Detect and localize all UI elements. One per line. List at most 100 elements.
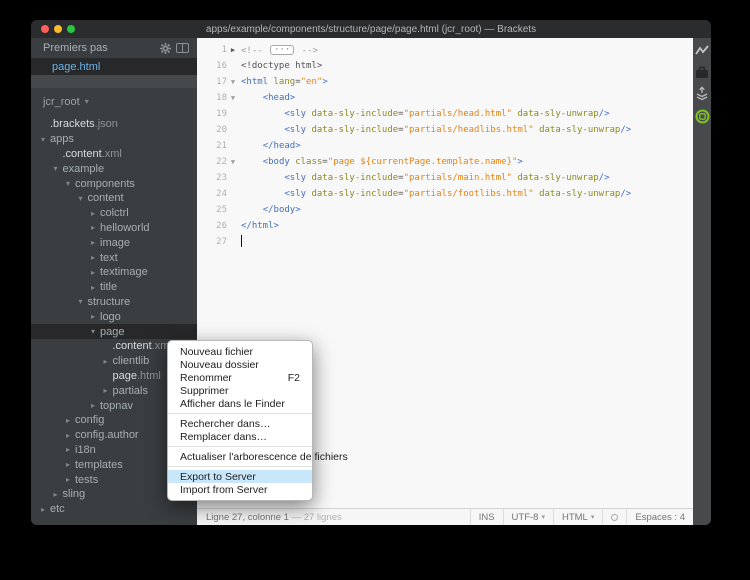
minimize-button[interactable]	[54, 25, 62, 33]
code-line-20[interactable]: 20 <sly data-sly-include="partials/headl…	[197, 122, 693, 138]
code-line-22[interactable]: 22 ▼ <body class="page ${currentPage.temp…	[197, 154, 693, 170]
code-line-16[interactable]: 16 <!doctype html>	[197, 58, 693, 74]
tree-expand-arrow-open[interactable]: ▾	[66, 179, 75, 188]
desktop-background: apps/example/components/structure/page/p…	[0, 0, 750, 580]
line-number: 18	[216, 93, 227, 103]
tree-expand-arrow-closed[interactable]: ▸	[91, 268, 100, 277]
menu-item-supprimer[interactable]: Supprimer	[168, 384, 312, 397]
code-line-23[interactable]: 23 <sly data-sly-include="partials/main.…	[197, 170, 693, 186]
tree-expand-arrow-closed[interactable]: ▸	[66, 431, 75, 440]
tree-folder-page[interactable]: ▾ page	[31, 324, 197, 339]
code-line-21[interactable]: 21 </head>	[197, 138, 693, 154]
line-number: 17	[216, 77, 227, 87]
code-line-25[interactable]: 25 </body>	[197, 202, 693, 218]
insert-mode-indicator[interactable]: INS	[469, 509, 503, 525]
fold-marker-icon[interactable]: ▼	[227, 78, 239, 86]
lint-status[interactable]	[602, 509, 626, 525]
gear-icon[interactable]	[160, 42, 171, 54]
tree-file-.content.xml[interactable]: .content .xml	[31, 147, 197, 162]
menu-item-label: Nouveau dossier	[180, 358, 259, 371]
close-button[interactable]	[41, 25, 49, 33]
menu-item-rechercher-dans[interactable]: Rechercher dans…	[168, 417, 312, 430]
tree-expand-arrow-closed[interactable]: ▸	[91, 223, 100, 232]
code-line-27[interactable]: 27	[197, 234, 693, 250]
window-titlebar[interactable]: apps/example/components/structure/page/p…	[31, 20, 711, 38]
fold-marker-icon[interactable]: ▼	[227, 94, 239, 102]
tree-expand-arrow-open[interactable]: ▾	[41, 135, 50, 144]
tree-folder-content[interactable]: ▾ content	[31, 191, 197, 206]
code-line-19[interactable]: 19 <sly data-sly-include="partials/head.…	[197, 106, 693, 122]
tree-folder-apps[interactable]: ▾ apps	[31, 132, 197, 147]
tree-folder-image[interactable]: ▸ image	[31, 235, 197, 250]
menu-item-actualiser-l-arborescence-de-fichiers[interactable]: Actualiser l'arborescence de fichiers	[168, 450, 348, 463]
tree-folder-title[interactable]: ▸ title	[31, 280, 197, 295]
tree-expand-arrow-closed[interactable]: ▸	[54, 490, 63, 499]
line-number: 16	[216, 61, 227, 71]
working-file-page.html[interactable]: page.html	[31, 58, 197, 75]
folder-label: textimage	[100, 266, 148, 279]
code-text: </body>	[262, 205, 301, 215]
chevron-down-icon: ▾	[541, 514, 545, 521]
tree-expand-arrow-closed[interactable]: ▸	[91, 238, 100, 247]
menu-item-afficher-dans-le-finder[interactable]: Afficher dans le Finder	[168, 397, 312, 410]
code-line-17[interactable]: 17 ▼ <html lang="en">	[197, 74, 693, 90]
language-selector[interactable]: HTML ▾	[552, 509, 602, 525]
tree-folder-helloworld[interactable]: ▸ helloworld	[31, 221, 197, 236]
live-preview-icon[interactable]	[695, 44, 709, 58]
tree-folder-components[interactable]: ▾ components	[31, 176, 197, 191]
tree-folder-example[interactable]: ▾ example	[31, 161, 197, 176]
tree-expand-arrow-closed[interactable]: ▸	[41, 505, 50, 514]
tree-folder-textimage[interactable]: ▸ textimage	[31, 265, 197, 280]
fold-marker-icon[interactable]: ▶	[227, 46, 239, 54]
tree-expand-arrow-open[interactable]: ▾	[79, 297, 88, 306]
tree-folder-structure[interactable]: ▾ structure	[31, 295, 197, 310]
tree-expand-arrow-closed[interactable]: ▸	[91, 283, 100, 292]
tree-expand-arrow-closed[interactable]: ▸	[91, 401, 100, 410]
menu-separator	[168, 466, 312, 467]
code-line-1[interactable]: 1 ▶ <!-- ··· -->	[197, 42, 693, 58]
code-line-24[interactable]: 24 <sly data-sly-include="partials/footl…	[197, 186, 693, 202]
folder-label: sling	[62, 488, 86, 501]
tree-expand-arrow-closed[interactable]: ▸	[66, 475, 75, 484]
menu-item-nouveau-dossier[interactable]: Nouveau dossier	[168, 358, 312, 371]
tree-folder-colctrl[interactable]: ▸ colctrl	[31, 206, 197, 221]
menu-item-nouveau-fichier[interactable]: Nouveau fichier	[168, 345, 312, 358]
tree-folder-logo[interactable]: ▸ logo	[31, 309, 197, 324]
split-view-icon[interactable]	[176, 43, 189, 53]
file-extension: .html	[136, 369, 161, 382]
zoom-button[interactable]	[67, 25, 75, 33]
tree-expand-arrow-open[interactable]: ▾	[91, 327, 100, 336]
folder-label: components	[75, 177, 135, 190]
tree-expand-arrow-closed[interactable]: ▸	[91, 209, 100, 218]
menu-item-export-to-server[interactable]: Export to Server	[168, 470, 312, 483]
line-number: 21	[216, 141, 227, 151]
tree-expand-arrow-open[interactable]: ▾	[54, 164, 63, 173]
tree-expand-arrow-closed[interactable]: ▸	[66, 416, 75, 425]
tree-expand-arrow-closed[interactable]: ▸	[66, 460, 75, 469]
extension-manager-icon[interactable]	[695, 66, 709, 78]
menu-item-import-from-server[interactable]: Import from Server	[168, 483, 312, 496]
encoding-selector[interactable]: UTF-8 ▾	[502, 509, 553, 525]
tree-expand-arrow-closed[interactable]: ▸	[91, 253, 100, 262]
project-dropdown[interactable]: jcr_root ▾	[31, 94, 197, 109]
file-extension: .xml	[101, 147, 122, 160]
tree-folder-text[interactable]: ▸ text	[31, 250, 197, 265]
indent-setting[interactable]: Espaces : 4	[626, 509, 693, 525]
tree-expand-arrow-closed[interactable]: ▸	[104, 386, 113, 395]
tree-folder-etc[interactable]: ▸ etc	[31, 502, 197, 517]
code-line-18[interactable]: 18 ▼ <head>	[197, 90, 693, 106]
folder-label: config	[75, 414, 105, 427]
tree-expand-arrow-closed[interactable]: ▸	[91, 312, 100, 321]
tree-expand-arrow-closed[interactable]: ▸	[66, 445, 75, 454]
menu-item-renommer[interactable]: Renommer F2	[168, 371, 312, 384]
fold-marker-icon[interactable]: ▼	[227, 158, 239, 166]
code-text	[239, 234, 242, 250]
export-stack-icon[interactable]	[695, 86, 709, 101]
menu-item-remplacer-dans[interactable]: Remplacer dans…	[168, 430, 312, 443]
working-files-divider	[31, 75, 197, 88]
sync-server-icon[interactable]	[695, 109, 710, 124]
code-line-26[interactable]: 26 </html>	[197, 218, 693, 234]
tree-expand-arrow-open[interactable]: ▾	[79, 194, 88, 203]
tree-expand-arrow-closed[interactable]: ▸	[104, 357, 113, 366]
tree-file-.brackets.json[interactable]: .brackets .json	[31, 117, 197, 132]
